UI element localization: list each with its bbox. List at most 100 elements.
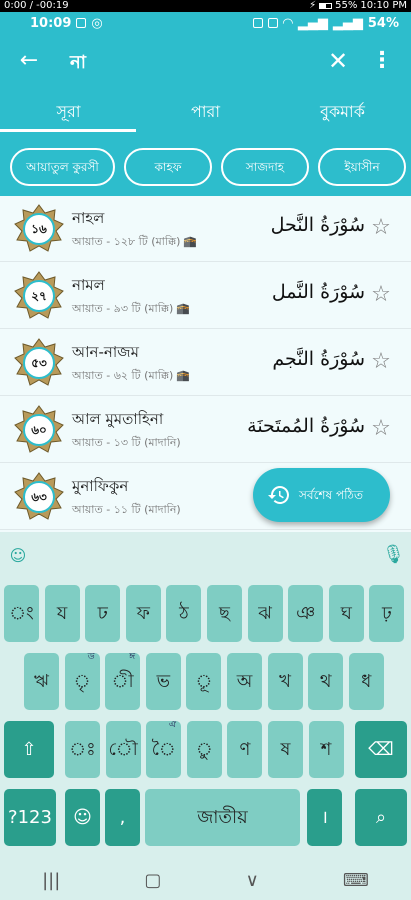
key-label: ঢ় [381, 603, 392, 624]
numbers-key[interactable]: ?123 [4, 789, 56, 846]
signal-icon: ▂▄▆ [297, 15, 328, 31]
history-icon [268, 486, 289, 504]
key-hint: ঈ [129, 653, 136, 662]
surah-arabic-name: سُوْرَةُ النَّجم [272, 348, 365, 370]
battery-icon [319, 3, 333, 9]
surah-row[interactable]: ২৭ নামল আয়াত - ৯৩ টি (মাক্কি) 🕋 سُوْرَةُ ال… [0, 263, 411, 329]
key[interactable]: ঞ [288, 585, 324, 642]
bookmark-star-icon[interactable]: ☆ [369, 216, 393, 240]
key-label: য [56, 603, 68, 624]
key[interactable]: ণ [227, 721, 263, 778]
last-read-button[interactable]: সর্বশেষ পঠিত [253, 468, 390, 522]
chip-sajdah[interactable]: সাজদাহ [221, 148, 309, 186]
key[interactable]: ী ঈ [105, 653, 141, 710]
tab-bookmark[interactable]: বুকমার্ক [274, 95, 411, 135]
key-hint: ঐ [168, 721, 177, 730]
key[interactable]: ঢ় [369, 585, 405, 642]
app-icon [252, 18, 263, 28]
shift-key[interactable]: ⇧ [4, 721, 54, 778]
backspace-key[interactable]: ⌫ [355, 721, 407, 778]
surah-row[interactable]: ৬০ আল মুমতাহিনা আয়াত - ১৩ টি (মাদানি) سُوْ… [0, 397, 411, 463]
surah-name: আন-নাজম [72, 343, 139, 361]
key[interactable]: ভ [145, 653, 181, 710]
key-label: ৌ [108, 739, 138, 760]
key[interactable]: থ [308, 653, 344, 710]
key-label: ং [9, 603, 34, 624]
kaaba-icon: 🕋 [183, 235, 198, 248]
key-label: ঞ [296, 603, 316, 624]
search-toolbar: ← না ✕ ⋮ [0, 34, 411, 90]
key[interactable]: ৃ উ [64, 653, 100, 710]
emoji-key[interactable]: ☺ [65, 789, 100, 846]
back-arrow-icon[interactable]: ← [14, 46, 44, 76]
comma-key-label: , [119, 807, 126, 828]
tab-para[interactable]: পারা [137, 95, 274, 135]
chip-ayatul-kursi[interactable]: আয়াতুল কুরসী [10, 148, 115, 186]
key[interactable]: ধ [348, 653, 384, 710]
space-key-label: জাতীয় [197, 807, 248, 828]
chip-yasin[interactable]: ইয়াসীন [318, 148, 406, 186]
key[interactable]: ঝ [247, 585, 283, 642]
home-icon[interactable]: ▢ [144, 870, 161, 891]
bookmark-star-icon[interactable]: ☆ [369, 350, 393, 374]
key-label: ষ [280, 739, 291, 760]
key[interactable]: শ [308, 721, 344, 778]
comma-key[interactable]: , [105, 789, 140, 846]
key-label: ফ [136, 603, 150, 624]
space-key[interactable]: জাতীয় [145, 789, 300, 846]
period-key-label: । [321, 807, 328, 828]
back-nav-icon[interactable]: ∨ [246, 870, 259, 891]
key[interactable]: ূ [186, 653, 222, 710]
sticker-icon[interactable]: ☺ [8, 546, 28, 566]
key[interactable]: য [44, 585, 80, 642]
tab-bar: সূরা পারা বুকমার্ক [0, 95, 411, 135]
screen-recorder-bar: 0:00 / -00:19 ⚡ 55% 10:10 PM [0, 0, 411, 12]
key[interactable]: ষ [268, 721, 303, 778]
key-label: ণ [239, 739, 251, 760]
key[interactable]: ং [4, 585, 39, 642]
search-input[interactable]: না [70, 48, 86, 79]
surah-number-badge: ৬৩ [14, 472, 64, 522]
key[interactable]: ু [186, 721, 222, 778]
surah-ayat-count: আয়াত - ৯৩ টি (মাক্কি) [72, 302, 174, 315]
status-bar: 10:09 ◎ ◠ ▂▄▆ ▂▄▆ 54% [0, 12, 411, 34]
period-key[interactable]: । [307, 789, 342, 846]
key[interactable]: ৌ [105, 721, 141, 778]
key[interactable]: ঘ [328, 585, 364, 642]
wifi-icon: ◠ [282, 15, 293, 31]
clear-search-icon[interactable]: ✕ [323, 44, 353, 78]
key[interactable]: ঠ [166, 585, 202, 642]
microphone-icon[interactable]: 🎙 [382, 544, 405, 570]
surah-number-badge: ৬০ [14, 405, 64, 455]
surah-meta: আয়াত - ১১ টি (মাদানি) [72, 501, 181, 520]
key-label: ৃ [73, 671, 91, 692]
key[interactable]: ৈ ঐ [146, 721, 182, 778]
search-key[interactable]: ⌕ [355, 789, 407, 846]
keyboard-switch-icon[interactable]: ⌨ [343, 870, 369, 891]
search-key-label: ⌕ [375, 807, 387, 828]
surah-number: ৬০ [31, 423, 47, 437]
surah-row[interactable]: ১৬ নাহল আয়াত - ১২৮ টি (মাক্কি) 🕋 سُوْرَةُ ا… [0, 196, 411, 262]
surah-number-badge: ২৭ [14, 271, 64, 321]
surah-row[interactable]: ৫৩ আন-নাজম আয়াত - ৬২ টি (মাক্কি) 🕋 سُوْرَةُ… [0, 330, 411, 396]
recent-apps-icon[interactable]: ||| [42, 870, 60, 891]
key[interactable]: অ [227, 653, 262, 710]
bookmark-star-icon[interactable]: ☆ [369, 417, 393, 441]
key[interactable]: ফ [125, 585, 161, 642]
suggestion-bar: ☺ 🎙 [0, 532, 411, 580]
surah-meta: আয়াত - ১২৮ টি (মাক্কি) 🕋 [72, 233, 197, 252]
surah-number: ৫৩ [31, 356, 47, 370]
bookmark-star-icon[interactable]: ☆ [369, 283, 393, 307]
surah-name: নাহল [72, 209, 105, 227]
key[interactable]: খ [267, 653, 303, 710]
key[interactable]: ঢ [85, 585, 121, 642]
key-label: ভ [156, 671, 170, 692]
charging-icon: ⚡ [309, 0, 317, 11]
key[interactable]: ছ [207, 585, 242, 642]
navigation-bar: ||| ▢ ∨ ⌨ [0, 860, 411, 900]
key[interactable]: ঋ [24, 653, 59, 710]
key[interactable]: ঃ [65, 721, 100, 778]
more-options-icon[interactable]: ⋮ [370, 44, 394, 78]
tab-indicator [0, 129, 136, 132]
chip-kahf[interactable]: কাহফ [124, 148, 212, 186]
